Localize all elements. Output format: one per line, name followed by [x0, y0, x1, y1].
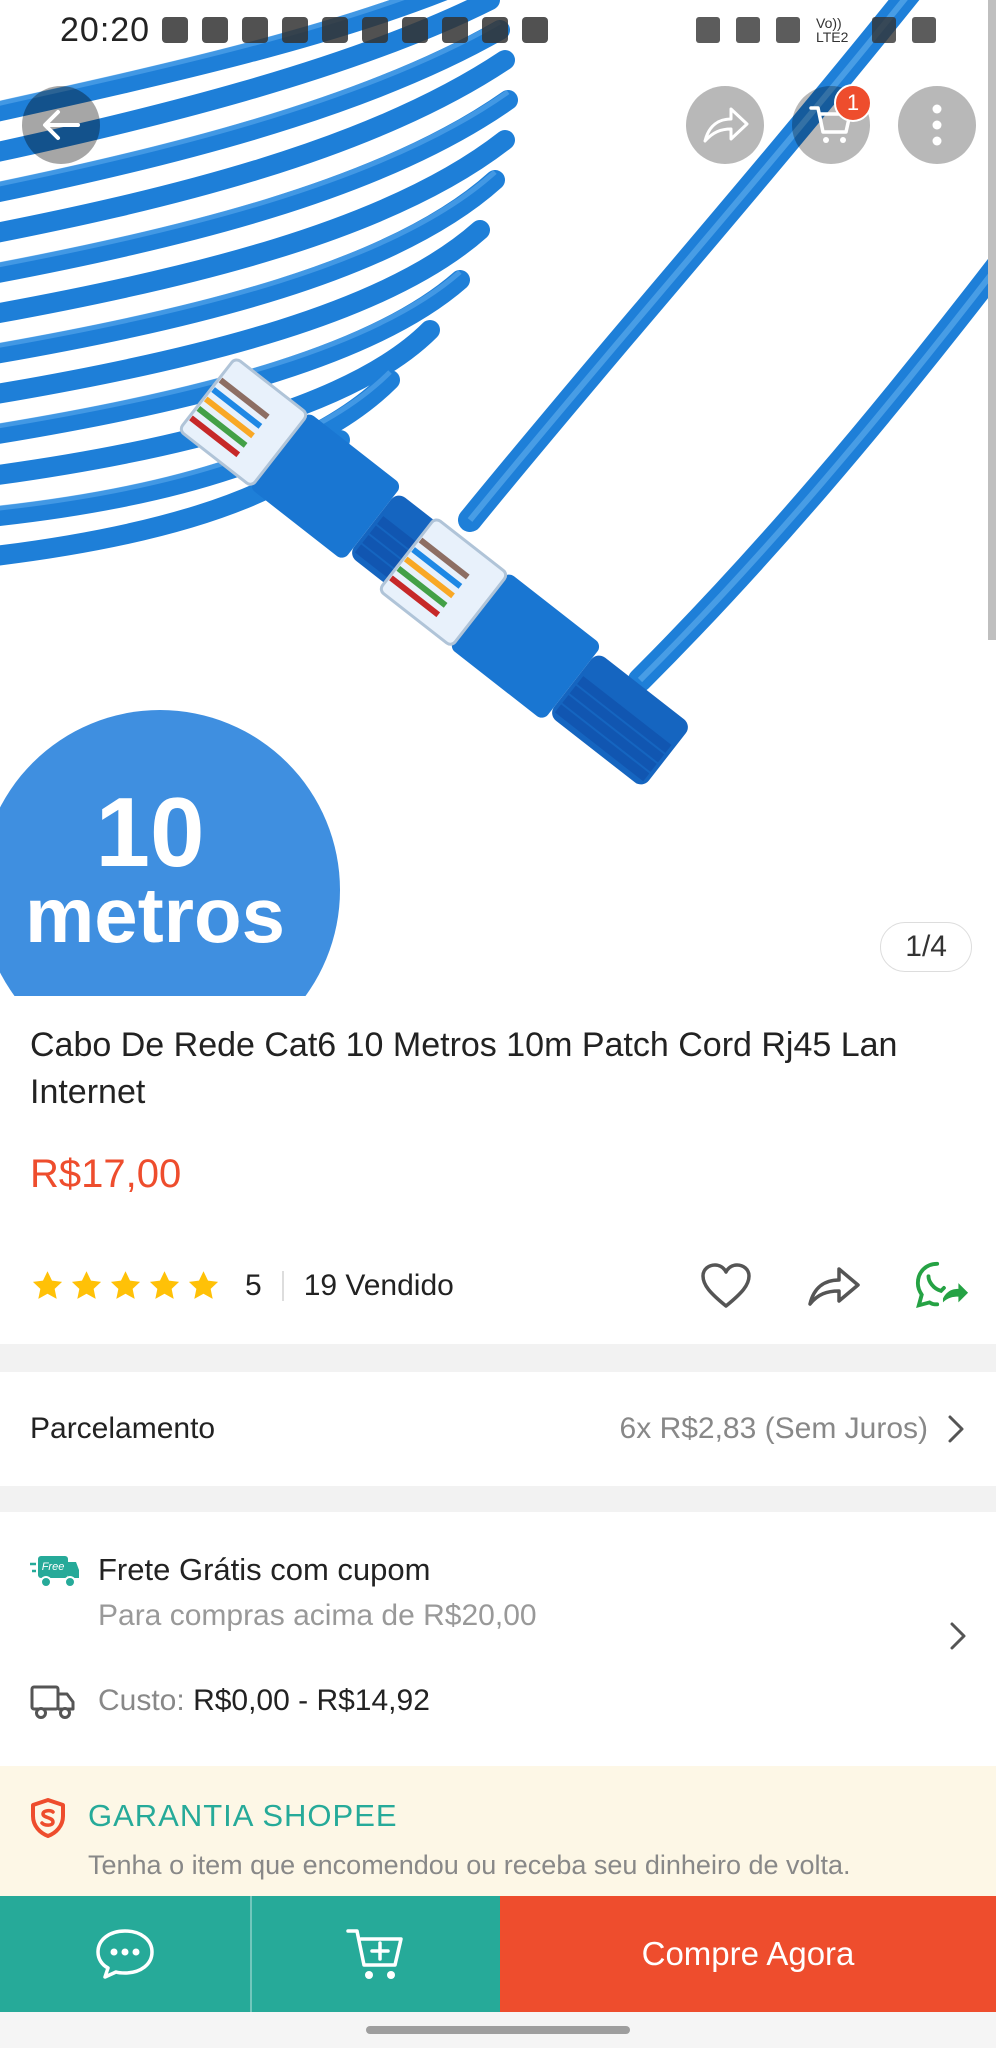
shopee-guarantee-section[interactable]: GARANTIA SHOPEE Tenha o item que encomen…: [0, 1766, 996, 1896]
divider: [281, 1271, 284, 1301]
more-vertical-icon: [932, 104, 942, 146]
installment-row[interactable]: Parcelamento 6x R$2,83 (Sem Juros): [0, 1372, 996, 1486]
scroll-indicator: [988, 0, 996, 640]
star-icon: [110, 1270, 141, 1299]
share-icon: [703, 107, 749, 143]
signal-icon: [776, 17, 800, 43]
add-to-cart-icon: [346, 1929, 403, 1979]
badge-unit: metros: [25, 871, 285, 959]
section-gap: [0, 1344, 996, 1372]
tiktok-icon: [202, 17, 229, 43]
rating-stars: [30, 1269, 221, 1304]
messenger-icon: [322, 17, 349, 43]
star-icon: [71, 1270, 102, 1299]
sold-count: 19 Vendido: [303, 1269, 454, 1302]
rating-row: 5 19 Vendido: [30, 1261, 970, 1310]
system-navigation-bar: [0, 2012, 996, 2048]
home-gesture-bar[interactable]: [366, 2026, 630, 2034]
chat-button[interactable]: [0, 1896, 250, 2012]
status-time: 20:20: [60, 10, 151, 49]
mute-icon: [696, 17, 720, 43]
back-button[interactable]: [22, 86, 100, 164]
olx-icon: [522, 17, 549, 43]
status-bar: 20:20 Vo)) LTE2: [0, 0, 996, 60]
share-product-button[interactable]: [806, 1258, 862, 1314]
section-gap: [0, 1486, 996, 1512]
star-icon: [32, 1270, 63, 1299]
shipping-cost-label: Custo:: [98, 1684, 185, 1717]
app2-icon: [442, 17, 469, 43]
chevron-right-icon: [950, 1622, 966, 1650]
product-image-gallery[interactable]: 10 metros 20:20 Vo)) LTE2 1 1/4: [0, 0, 996, 996]
signal2-icon: [872, 17, 896, 43]
free-shipping-icon: Free: [30, 1556, 79, 1588]
share-button[interactable]: [686, 86, 764, 164]
product-title: Cabo De Rede Cat6 10 Metros 10m Patch Co…: [30, 1026, 898, 1111]
cast-icon: [362, 17, 389, 43]
shield-icon: [31, 1798, 65, 1838]
shipping-cost-value: R$0,00 - R$14,92: [193, 1684, 430, 1717]
whatsapp-share-button[interactable]: [914, 1258, 970, 1314]
product-actions: [698, 1258, 970, 1314]
favorite-button[interactable]: [698, 1258, 754, 1314]
shipping-cost: Custo: R$0,00 - R$14,92: [98, 1684, 430, 1718]
chat-icon: [96, 1929, 154, 1979]
guarantee-title: GARANTIA SHOPEE: [88, 1798, 398, 1833]
add-to-cart-button[interactable]: [250, 1896, 500, 2012]
image-counter: 1/4: [880, 922, 972, 972]
heart-icon: [701, 1263, 751, 1308]
star-icon: [188, 1270, 219, 1299]
shipping-section[interactable]: Free Frete Grátis com cupom Para compras…: [0, 1512, 996, 1764]
installment-value: 6x R$2,83 (Sem Juros): [619, 1412, 928, 1445]
system-icons: Vo)) LTE2: [696, 16, 936, 44]
battery-icon: [912, 17, 936, 43]
notification-icons: [162, 17, 549, 43]
free-shipping-condition: Para compras acima de R$20,00: [98, 1599, 537, 1632]
message-icon: [162, 17, 189, 43]
buy-now-button[interactable]: Compre Agora: [500, 1896, 996, 2012]
installment-label: Parcelamento: [30, 1412, 216, 1445]
svg-text:Free: Free: [42, 1561, 65, 1573]
wifi-icon: [736, 17, 760, 43]
guarantee-description: Tenha o item que encomendou ou receba se…: [88, 1850, 851, 1880]
star-icon: [149, 1270, 180, 1299]
share-icon: [808, 1267, 860, 1306]
chevron-right-icon: [948, 1415, 964, 1443]
bottom-action-bar: Compre Agora: [0, 1896, 996, 2012]
youtube-icon: [282, 17, 309, 43]
twitter-icon: [482, 17, 509, 43]
truck-icon: [30, 1685, 75, 1719]
cart-count-badge: 1: [834, 84, 872, 122]
back-arrow-icon: [43, 110, 80, 140]
app-icon: [242, 17, 269, 43]
more-options-button[interactable]: [898, 86, 976, 164]
free-shipping-title: Frete Grátis com cupom: [98, 1552, 431, 1587]
product-price: R$17,00: [30, 1152, 182, 1196]
rating-value: 5: [245, 1269, 262, 1302]
network-label: Vo)) LTE2: [816, 15, 849, 45]
voicemail-icon: [402, 17, 429, 43]
whatsapp-icon: [915, 1261, 969, 1309]
